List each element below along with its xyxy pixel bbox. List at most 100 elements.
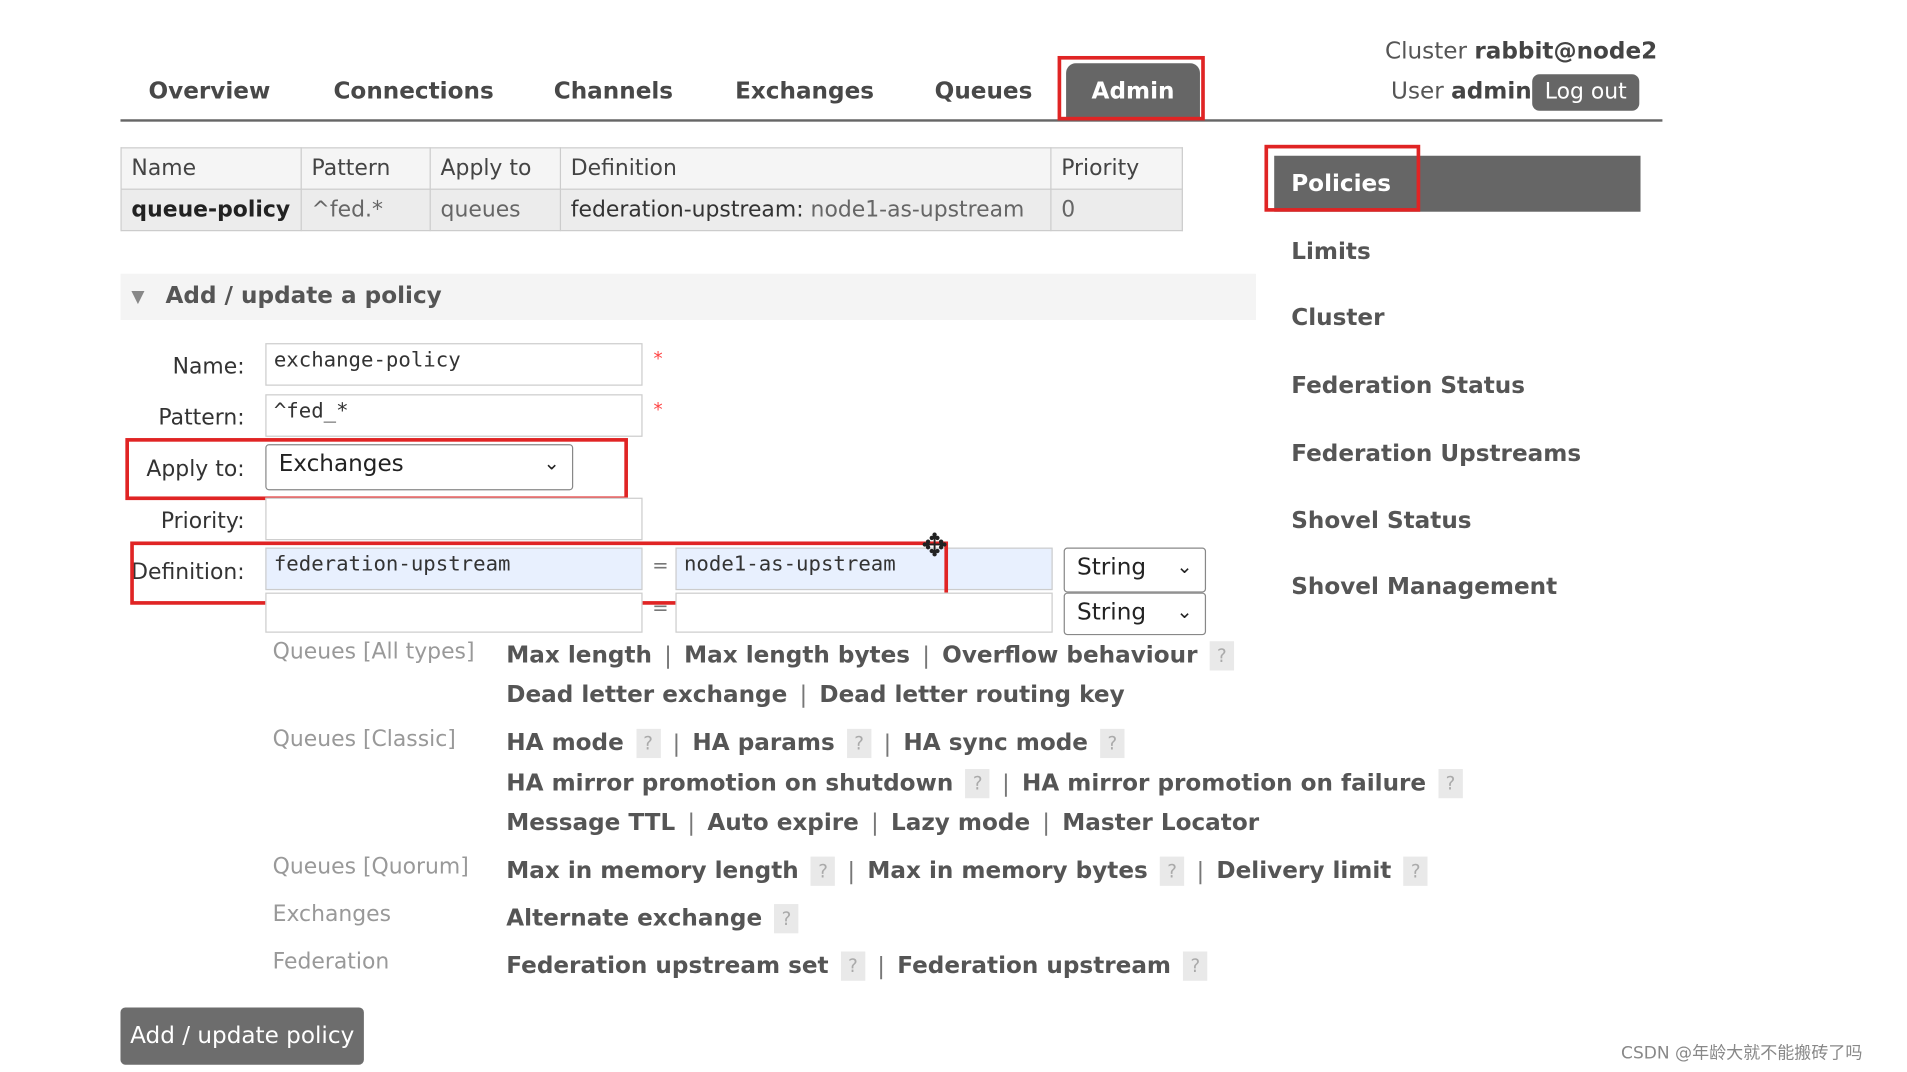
option-lazy-mode[interactable]: Lazy mode [891, 809, 1030, 836]
option-dead-letter-exchange[interactable]: Dead letter exchange [506, 681, 787, 708]
help-icon[interactable]: ? [1183, 951, 1208, 981]
help-icon[interactable]: ? [1100, 728, 1125, 759]
sidebar-item-cluster[interactable]: Cluster [1291, 304, 1384, 331]
cluster-info: Cluster rabbit@node2 [1385, 38, 1657, 65]
help-icon[interactable]: ? [635, 728, 661, 759]
separator: | [664, 641, 672, 669]
highlight-admin-tab [1057, 55, 1205, 121]
option-delivery-limit[interactable]: Delivery limit [1216, 857, 1391, 884]
row-priority: 0 [1050, 188, 1183, 232]
option-max-in-memory-bytes[interactable]: Max in memory bytes [867, 857, 1147, 884]
section-title: Add / update a policy [165, 282, 442, 310]
separator: | [871, 809, 879, 836]
sidebar-item-federation-status[interactable]: Federation Status [1291, 372, 1525, 399]
row-def-value: node1-as-upstream [810, 197, 1025, 223]
definition-type-select-2[interactable]: String ⌄ [1063, 592, 1207, 636]
tab-overview[interactable]: Overview [148, 78, 270, 105]
table-row[interactable]: queue-policy ^fed.* queues federation-up… [120, 188, 1183, 232]
separator: | [687, 809, 696, 836]
tab-exchanges[interactable]: Exchanges [735, 78, 874, 105]
help-icon[interactable]: ? [1403, 856, 1428, 886]
sidebar-item-shovel-management[interactable]: Shovel Management [1291, 573, 1557, 600]
add-update-policy-button[interactable]: Add / update policy [120, 1007, 364, 1065]
help-icon[interactable]: ? [1209, 641, 1234, 671]
options-queues-quorum: Max in memory length? | Max in memory byte… [506, 856, 1428, 886]
required-mark: * [653, 348, 663, 370]
pattern-label: Pattern: [158, 405, 245, 431]
help-icon[interactable]: ? [1159, 856, 1185, 886]
help-icon[interactable]: ? [810, 856, 836, 886]
user-label: User [1391, 77, 1444, 105]
equals-sign: = [652, 596, 669, 620]
tab-channels[interactable]: Channels [554, 78, 673, 105]
separator: | [1002, 769, 1010, 797]
option-message-ttl[interactable]: Message TTL [506, 809, 675, 836]
priority-label: Priority: [160, 508, 245, 535]
option-max-length[interactable]: Max length [506, 642, 652, 669]
option-auto-expire[interactable]: Auto expire [707, 809, 859, 836]
user-name: admin [1451, 77, 1532, 105]
option-federation-upstream-set[interactable]: Federation upstream set [506, 952, 828, 979]
collapse-triangle-icon[interactable]: ▼ [131, 287, 144, 306]
col-pattern: Pattern [300, 147, 431, 190]
cluster-name: rabbit@node2 [1474, 37, 1658, 65]
sidebar-item-shovel-status[interactable]: Shovel Status [1291, 507, 1471, 534]
sidebar-item-federation-upstreams[interactable]: Federation Upstreams [1291, 440, 1581, 467]
option-max-in-memory-length[interactable]: Max in memory length [506, 857, 798, 884]
logout-button[interactable]: Log out [1532, 74, 1640, 111]
name-label: Name: [172, 354, 245, 380]
options-queues-classic-line3: Message TTL | Auto expire | Lazy mode | Master… [506, 809, 1259, 836]
separator: | [672, 729, 681, 757]
option-ha-sync-mode[interactable]: HA sync mode [903, 729, 1088, 756]
pattern-input[interactable]: ^fed_* [265, 394, 643, 437]
option-overflow-behaviour[interactable]: Overflow behaviour [942, 642, 1197, 669]
options-queues-all-line1: Max length | Max length bytes | Overflow beh… [506, 641, 1234, 671]
chevron-down-icon: ⌄ [1176, 599, 1193, 624]
definition-type-select[interactable]: String ⌄ [1063, 547, 1207, 593]
option-ha-promotion-shutdown[interactable]: HA mirror promotion on shutdown [506, 770, 953, 797]
separator: | [847, 857, 856, 885]
row-name[interactable]: queue-policy [120, 188, 302, 232]
watermark: CSDN @年龄大就不能搬砖了吗 [1621, 1044, 1863, 1064]
row-apply-to: queues [429, 188, 562, 232]
col-name: Name [120, 147, 302, 190]
option-alternate-exchange[interactable]: Alternate exchange [506, 905, 762, 932]
sidebar-item-limits[interactable]: Limits [1291, 238, 1371, 265]
option-federation-upstream[interactable]: Federation upstream [897, 952, 1171, 979]
nav-underline [120, 119, 1663, 122]
row-definition: federation-upstream: node1-as-upstream [559, 188, 1052, 232]
option-ha-mode[interactable]: HA mode [506, 729, 624, 756]
col-apply-to: Apply to [429, 147, 562, 190]
options-exchanges: Alternate exchange? [506, 904, 799, 934]
required-mark: * [653, 399, 663, 422]
definition-value-input-2[interactable] [675, 592, 1053, 633]
option-master-locator[interactable]: Master Locator [1062, 809, 1259, 836]
option-ha-params[interactable]: HA params [692, 729, 834, 756]
highlight-apply-to [125, 438, 628, 501]
separator: | [877, 952, 886, 979]
tab-queues[interactable]: Queues [935, 78, 1033, 105]
col-definition: Definition [559, 147, 1052, 190]
options-federation: Federation upstream set? | Federation upst… [506, 951, 1208, 981]
help-icon[interactable]: ? [965, 769, 990, 799]
user-info: User admin [1391, 78, 1532, 105]
help-icon[interactable]: ? [1438, 769, 1463, 799]
separator: | [1196, 857, 1205, 885]
category-queues-classic: Queues [Classic] [272, 726, 456, 752]
help-icon[interactable]: ? [774, 904, 799, 934]
tab-connections[interactable]: Connections [333, 78, 493, 105]
highlight-policies [1264, 144, 1421, 212]
name-input[interactable]: exchange-policy [265, 343, 643, 386]
category-queues-quorum: Queues [Quorum] [272, 854, 469, 880]
option-ha-promotion-failure[interactable]: HA mirror promotion on failure [1022, 770, 1426, 797]
policy-table-header: Name Pattern Apply to Definition Priorit… [120, 147, 1183, 190]
help-icon[interactable]: ? [846, 728, 872, 759]
category-federation: Federation [272, 949, 390, 975]
definition-key-input-2[interactable] [265, 592, 643, 633]
priority-input[interactable] [265, 497, 643, 541]
category-queues-all: Queues [All types] [272, 638, 475, 665]
option-dead-letter-routing-key[interactable]: Dead letter routing key [819, 681, 1124, 708]
option-max-length-bytes[interactable]: Max length bytes [684, 642, 910, 669]
col-priority: Priority [1050, 147, 1183, 190]
help-icon[interactable]: ? [840, 951, 866, 981]
